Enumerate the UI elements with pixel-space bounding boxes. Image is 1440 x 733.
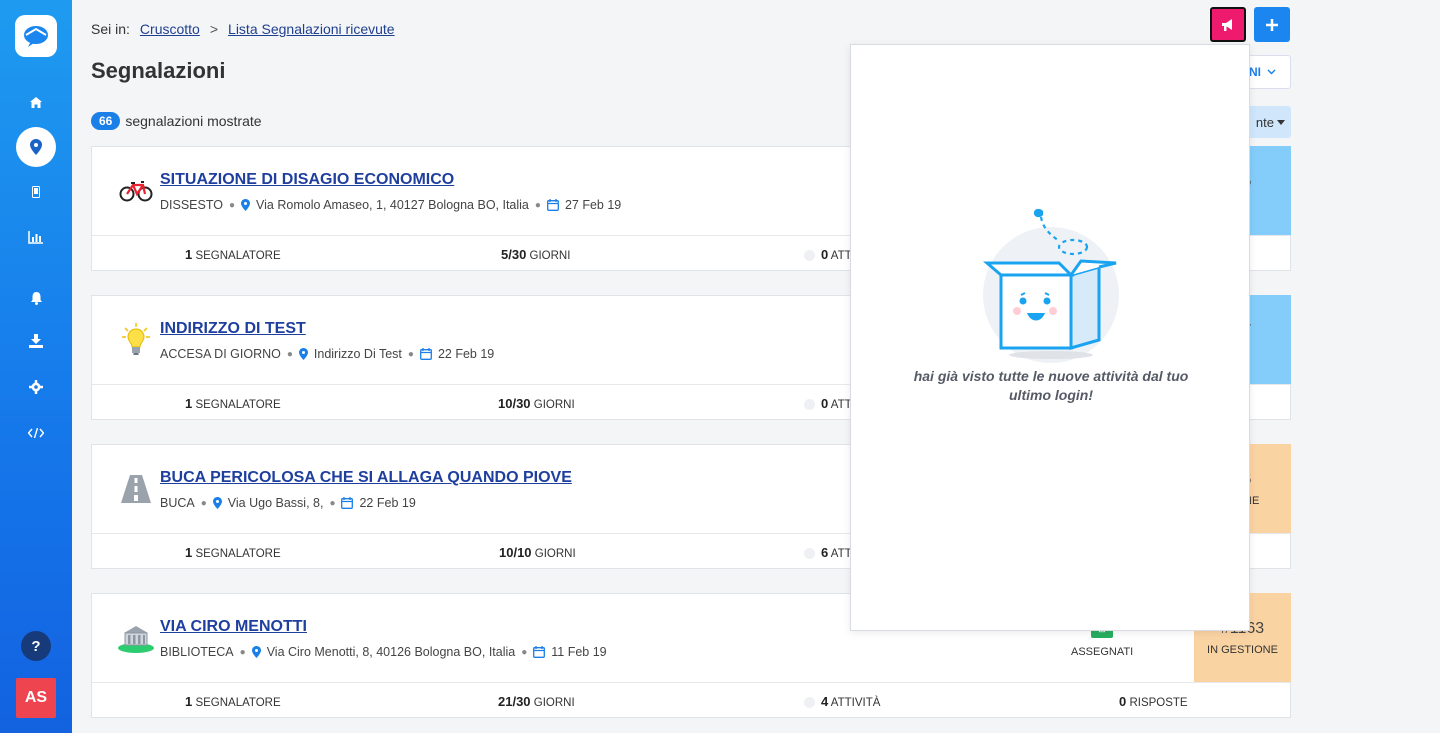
- chevron-down-icon: [1267, 69, 1276, 75]
- separator-dot: ●: [200, 497, 207, 509]
- days-stat: 21/30 GIORNI: [498, 694, 575, 709]
- map-pin-icon: [212, 497, 222, 509]
- bar-chart-icon[interactable]: [20, 221, 52, 253]
- download-icon[interactable]: [20, 325, 52, 357]
- sidebar: ? AS: [0, 0, 72, 733]
- megaphone-icon: [1222, 18, 1232, 31]
- report-address: Via Ugo Bassi, 8,: [227, 496, 324, 510]
- help-button[interactable]: ?: [21, 631, 51, 661]
- breadcrumb-separator: >: [209, 21, 219, 37]
- report-category: BIBLIOTECA: [160, 645, 234, 659]
- library-icon: [118, 620, 154, 656]
- calendar-icon: [420, 348, 432, 360]
- report-date: 22 Feb 19: [437, 347, 495, 361]
- reporters-stat: 1 SEGNALATORE: [185, 545, 281, 560]
- plus-icon: [1266, 18, 1278, 31]
- activities-stat: 6 ATTI: [804, 545, 855, 560]
- status-label: IN GESTIONE: [1207, 643, 1278, 656]
- gear-icon[interactable]: [20, 371, 52, 403]
- speech-bubble-logo-icon: [24, 26, 48, 47]
- road-icon: [118, 471, 154, 507]
- activities-stat: 0 ATT: [804, 396, 852, 411]
- separator-dot: ●: [521, 646, 528, 658]
- empty-box-illustration: [982, 208, 1119, 363]
- filter-label: NI: [1249, 65, 1261, 79]
- report-title-link[interactable]: INDIRIZZO DI TEST: [160, 320, 306, 338]
- report-date: 11 Feb 19: [551, 645, 607, 659]
- home-icon[interactable]: [20, 86, 52, 118]
- calendar-icon: [341, 497, 354, 509]
- report-category: ACCESA DI GIORNO: [160, 347, 281, 361]
- breadcrumb-link-lista[interactable]: Lista Segnalazioni ricevute: [228, 21, 395, 37]
- separator-dot: ●: [286, 348, 293, 360]
- report-address: Indirizzo Di Test: [313, 347, 402, 361]
- separator-dot: ●: [228, 199, 236, 211]
- report-address: Via Romolo Amaseo, 1, 40127 Bologna BO, …: [256, 198, 529, 212]
- breadcrumb-prefix: Sei in:: [91, 21, 130, 37]
- calendar-icon: [533, 646, 546, 658]
- assigned-label: ASSEGNATI: [1071, 646, 1134, 658]
- reporters-stat: 1 SEGNALATORE: [185, 396, 281, 411]
- reporters-stat: 1 SEGNALATORE: [185, 247, 281, 262]
- count-badge: 66: [91, 112, 121, 130]
- report-category: DISSESTO: [160, 198, 223, 212]
- code-icon[interactable]: [20, 417, 52, 449]
- report-title-link[interactable]: VIA CIRO MENOTTI: [160, 618, 307, 636]
- lightbulb-icon: [118, 322, 154, 358]
- separator-dot: ●: [239, 646, 246, 658]
- notifications-dropdown: hai già visto tutte le nuove attività da…: [850, 44, 1250, 631]
- empty-notifications-message: hai già visto tutte le nuove attività da…: [913, 368, 1189, 403]
- bicycle-icon: [118, 173, 154, 209]
- reporters-stat: 1 SEGNALATORE: [185, 694, 281, 709]
- map-pin-icon: [251, 646, 261, 658]
- breadcrumb: Sei in: Cruscotto > Lista Segnalazioni r…: [91, 21, 395, 37]
- report-meta: BIBLIOTECA ● Via Ciro Menotti, 8, 40126 …: [160, 645, 607, 659]
- days-stat: 5/30 GIORNI: [501, 247, 571, 262]
- activities-stat: 4 ATTIVITÀ: [804, 694, 880, 709]
- days-stat: 10/10 GIORNI: [499, 545, 576, 560]
- page-title: Segnalazioni: [91, 58, 226, 83]
- breadcrumb-link-cruscotto[interactable]: Cruscotto: [140, 21, 200, 37]
- days-stat: 10/30 GIORNI: [498, 396, 575, 411]
- report-meta: ACCESA DI GIORNO ● Indirizzo Di Test ● 2…: [160, 347, 494, 361]
- report-category: BUCA: [160, 496, 195, 510]
- user-avatar[interactable]: AS: [16, 678, 56, 718]
- add-report-button[interactable]: [1254, 7, 1290, 42]
- count-label: segnalazioni mostrate: [125, 113, 262, 129]
- report-stats: 1 SEGNALATORE 21/30 GIORNI 4 ATTIVITÀ 0 …: [92, 682, 1290, 718]
- report-date: 22 Feb 19: [359, 496, 416, 510]
- report-meta: DISSESTO ● Via Romolo Amaseo, 1, 40127 B…: [160, 198, 621, 212]
- announcements-button[interactable]: [1210, 7, 1246, 42]
- replies-stat: 0 RISPOSTE: [1119, 694, 1188, 709]
- app-logo[interactable]: [15, 15, 57, 57]
- map-pin-icon: [298, 348, 308, 360]
- report-meta: BUCA ● Via Ugo Bassi, 8, ● 22 Feb 19: [160, 496, 416, 510]
- report-title-link[interactable]: SITUAZIONE DI DISAGIO ECONOMICO: [160, 171, 454, 189]
- report-title-link[interactable]: BUCA PERICOLOSA CHE SI ALLAGA QUANDO PIO…: [160, 469, 572, 487]
- map-pin-icon: [241, 199, 251, 211]
- map-pin-icon[interactable]: [16, 127, 56, 167]
- sort-label: nte: [1255, 114, 1274, 130]
- separator-dot: ●: [329, 497, 336, 509]
- separator-dot: ●: [534, 199, 541, 211]
- activities-stat: 0 ATTI: [804, 247, 855, 262]
- reports-count: 66 segnalazioni mostrate: [91, 112, 262, 130]
- caret-down-icon: [1277, 119, 1285, 125]
- report-date: 27 Feb 19: [564, 198, 622, 212]
- bell-icon[interactable]: [20, 282, 52, 314]
- separator-dot: ●: [407, 348, 414, 360]
- report-address: Via Ciro Menotti, 8, 40126 Bologna BO, I…: [266, 645, 516, 659]
- calendar-icon: [546, 199, 559, 211]
- mobile-icon[interactable]: [20, 176, 52, 208]
